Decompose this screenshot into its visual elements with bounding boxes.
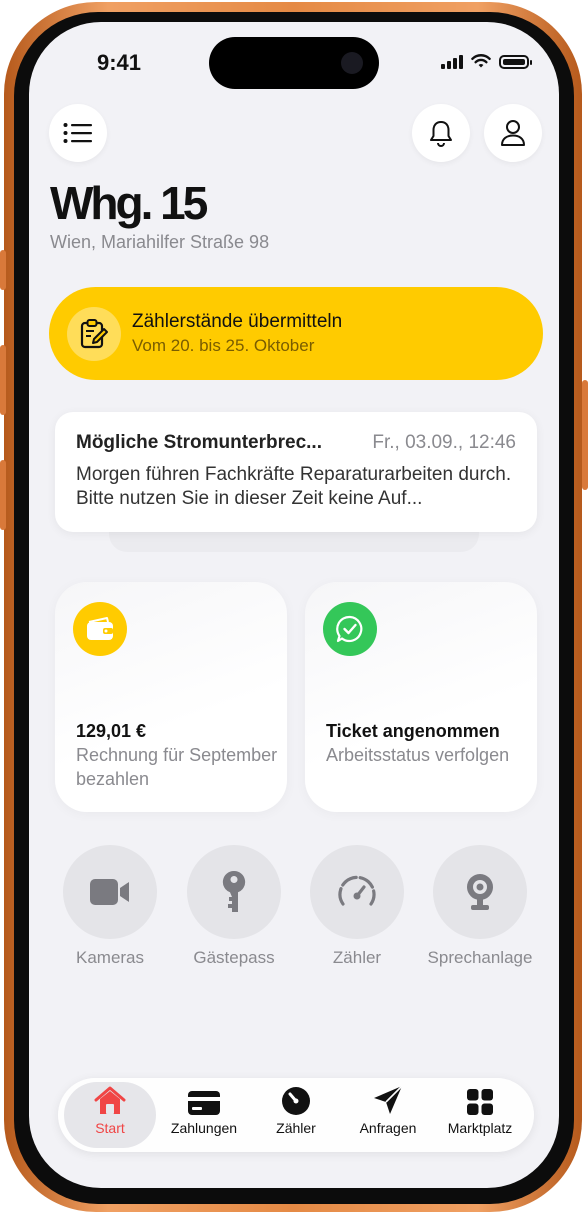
house-icon [94,1086,126,1114]
notification-time: Fr., 03.09., 12:46 [372,432,516,453]
status-time: 9:41 [97,50,142,75]
quick-action-circle [63,845,157,939]
gauge-icon [338,875,376,906]
quick-action-sprechanlage[interactable]: Sprechanlage [425,845,535,968]
banner-title: Zählerstände übermitteln [132,311,343,332]
tab-bar: Start Zahlungen Zähler Anfragen Marktpla… [58,1078,534,1152]
status-icons [441,54,532,69]
quick-action-zaehler[interactable]: Zähler [302,845,412,968]
meter-reading-banner[interactable]: Zählerstände übermitteln Vom 20. bis 25.… [49,287,543,380]
tab-label: Marktplatz [447,1120,513,1136]
notifications-button[interactable] [412,104,470,162]
banner-subtitle: Vom 20. bis 25. Oktober [132,336,315,355]
action-button [0,250,6,290]
list-icon [63,123,92,143]
cellular-signal-icon [441,55,463,69]
bill-icon-container [73,602,127,656]
power-button [582,380,588,490]
quick-action-circle [187,845,281,939]
tab-start[interactable]: Start [64,1082,156,1148]
volume-up-button [0,345,6,415]
tab-icon-wrap [434,1082,526,1116]
tab-label: Zahlungen [170,1120,238,1136]
meter-icon [282,1087,310,1115]
grid-icon [467,1089,493,1115]
tab-zahlungen[interactable]: Zahlungen [158,1082,250,1148]
ticket-card[interactable]: Ticket angenommen Arbeitsstatus verfolge… [305,582,537,812]
bell-icon [430,121,452,147]
webcam-icon [467,874,493,910]
tab-label: Anfragen [359,1120,417,1136]
video-camera-icon [90,879,129,905]
wifi-icon [471,54,491,68]
app-screen: 9:41 Whg. 15 Wien, Mariahilfer Straße 98 [29,22,559,1188]
bill-card[interactable]: 129,01 € Rechnung für September bezahlen [55,582,287,812]
tab-icon-wrap [158,1082,250,1116]
menu-button[interactable] [49,104,107,162]
tab-anfragen[interactable]: Anfragen [342,1082,434,1148]
bill-amount: 129,01 € [76,721,147,741]
key-icon [222,870,246,912]
tab-icon-wrap [64,1082,156,1116]
tab-label: Start [95,1120,125,1136]
tab-icon-wrap [342,1082,434,1116]
quick-action-circle [310,845,404,939]
person-icon [501,120,525,146]
quick-action-kameras[interactable]: Kameras [55,845,165,968]
quick-action-label: Zähler [332,948,382,967]
quick-action-label: Sprechanlage [427,948,533,967]
volume-down-button [0,460,6,530]
chat-check-icon [336,615,363,643]
tab-marktplatz[interactable]: Marktplatz [434,1082,526,1148]
paper-plane-icon [374,1085,403,1114]
tab-label: Zähler [276,1120,316,1136]
bill-description: Rechnung für September bezahlen [76,745,278,789]
banner-icon-container [67,307,121,361]
clipboard-edit-icon [80,319,108,349]
notification-title: Mögliche Stromunterbrec... [76,432,322,453]
battery-icon [499,55,532,69]
quick-action-label: Kameras [75,948,145,967]
quick-action-gaestepass[interactable]: Gästepass [179,845,289,968]
tab-icon-wrap [250,1082,342,1116]
address-text: Wien, Mariahilfer Straße 98 [50,232,270,252]
quick-action-label: Gästepass [193,948,275,967]
ticket-status: Ticket angenommen [326,721,500,741]
wallet-icon [87,617,113,640]
card-icon [188,1091,220,1115]
profile-button[interactable] [484,104,542,162]
tab-zaehler[interactable]: Zähler [250,1082,342,1148]
notification-card[interactable]: Mögliche Stromunterbrec... Fr., 03.09., … [55,412,537,532]
notification-body: Morgen führen Fachkräfte Reparaturarbeit… [76,464,512,509]
ticket-icon-container [323,602,377,656]
front-camera [341,52,363,74]
dynamic-island [209,37,379,89]
ticket-description: Arbeitsstatus verfolgen [326,745,510,765]
page-title: Whg. 15 [50,177,208,229]
quick-action-circle [433,845,527,939]
